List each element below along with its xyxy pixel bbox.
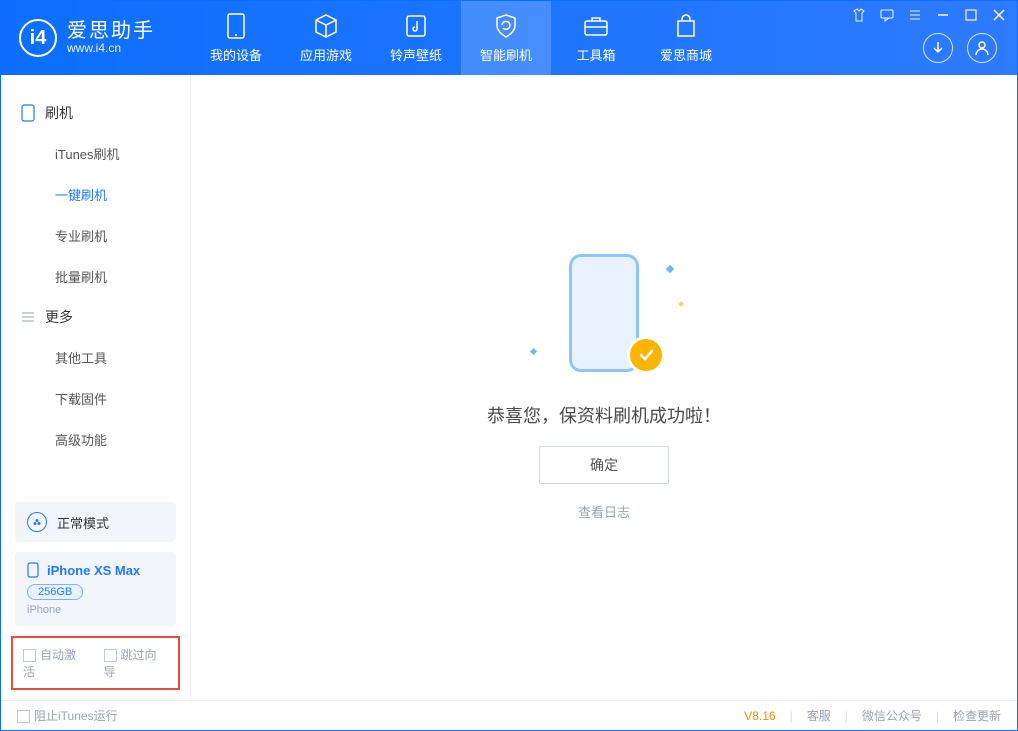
auto-activate-checkbox[interactable]: 自动激活 bbox=[23, 646, 88, 680]
device-mode-box[interactable]: 正常模式 bbox=[15, 502, 176, 542]
download-button[interactable] bbox=[923, 33, 953, 63]
sidebar-section-flash: 刷机 bbox=[1, 93, 190, 133]
logo-icon: i4 bbox=[19, 19, 57, 57]
nav-my-device[interactable]: 我的设备 bbox=[191, 1, 281, 75]
sidebar-item-pro-flash[interactable]: 专业刷机 bbox=[1, 215, 190, 256]
menu-icon[interactable] bbox=[907, 7, 923, 23]
toolbox-icon bbox=[583, 13, 609, 39]
device-info-box[interactable]: iPhone XS Max 256GB iPhone bbox=[15, 552, 176, 626]
sidebar-item-oneclick-flash[interactable]: 一键刷机 bbox=[1, 174, 190, 215]
nav-smart-flash[interactable]: 智能刷机 bbox=[461, 1, 551, 75]
main-content: 恭喜您，保资料刷机成功啦！ 确定 查看日志 bbox=[191, 75, 1017, 700]
device-storage: 256GB bbox=[27, 584, 83, 600]
mode-label: 正常模式 bbox=[57, 513, 109, 532]
sidebar-item-batch-flash[interactable]: 批量刷机 bbox=[1, 256, 190, 297]
sidebar-item-other-tools[interactable]: 其他工具 bbox=[1, 337, 190, 378]
skip-wizard-checkbox[interactable]: 跳过向导 bbox=[104, 646, 169, 680]
mode-icon bbox=[27, 512, 47, 532]
nav-label: 应用游戏 bbox=[300, 45, 352, 64]
status-link-support[interactable]: 客服 bbox=[807, 707, 831, 724]
nav-label: 爱思商城 bbox=[660, 45, 712, 64]
nav-tabs: 我的设备 应用游戏 铃声壁纸 智能刷机 工具箱 爱思商城 bbox=[191, 1, 731, 75]
sidebar: 刷机 iTunes刷机 一键刷机 专业刷机 批量刷机 更多 其他工具 下载固件 … bbox=[1, 75, 191, 700]
sparkle-icon bbox=[678, 301, 684, 307]
titlebar: i4 爱思助手 www.i4.cn 我的设备 应用游戏 铃声壁纸 智能刷机 工具… bbox=[1, 1, 1017, 75]
maximize-icon[interactable] bbox=[963, 7, 979, 23]
music-note-icon bbox=[403, 13, 429, 39]
check-badge-icon bbox=[627, 336, 665, 374]
user-button[interactable] bbox=[967, 33, 997, 63]
phone-icon bbox=[223, 13, 249, 39]
sparkle-icon bbox=[666, 265, 674, 273]
options-row-highlighted: 自动激活 跳过向导 bbox=[11, 636, 180, 690]
minimize-icon[interactable] bbox=[935, 7, 951, 23]
nav-label: 智能刷机 bbox=[480, 45, 532, 64]
nav-store[interactable]: 爱思商城 bbox=[641, 1, 731, 75]
phone-small-icon bbox=[21, 104, 35, 122]
device-type: iPhone bbox=[27, 604, 164, 616]
nav-ringtone-wallpaper[interactable]: 铃声壁纸 bbox=[371, 1, 461, 75]
nav-label: 工具箱 bbox=[576, 45, 615, 64]
window-controls bbox=[851, 7, 1007, 23]
cube-icon bbox=[313, 13, 339, 39]
device-phone-icon bbox=[27, 562, 39, 578]
view-log-link[interactable]: 查看日志 bbox=[578, 502, 630, 521]
status-link-update[interactable]: 检查更新 bbox=[953, 707, 1001, 724]
ok-button[interactable]: 确定 bbox=[539, 446, 669, 484]
section-title: 刷机 bbox=[45, 103, 73, 123]
nav-toolbox[interactable]: 工具箱 bbox=[551, 1, 641, 75]
bag-icon bbox=[673, 13, 699, 39]
device-name: iPhone XS Max bbox=[47, 563, 140, 578]
nav-label: 我的设备 bbox=[210, 45, 262, 64]
shirt-icon[interactable] bbox=[851, 7, 867, 23]
feedback-icon[interactable] bbox=[879, 7, 895, 23]
app-name: 爱思助手 bbox=[67, 20, 155, 42]
refresh-shield-icon bbox=[493, 13, 519, 39]
success-illustration bbox=[539, 254, 669, 384]
nav-apps-games[interactable]: 应用游戏 bbox=[281, 1, 371, 75]
app-url: www.i4.cn bbox=[67, 42, 155, 55]
app-logo: i4 爱思助手 www.i4.cn bbox=[1, 19, 191, 57]
nav-label: 铃声壁纸 bbox=[390, 45, 442, 64]
version-label: V8.16 bbox=[744, 709, 775, 723]
statusbar: 阻止iTunes运行 V8.16 | 客服 | 微信公众号 | 检查更新 bbox=[1, 700, 1017, 730]
list-icon bbox=[21, 310, 35, 324]
sidebar-item-download-firmware[interactable]: 下载固件 bbox=[1, 378, 190, 419]
sidebar-item-advanced[interactable]: 高级功能 bbox=[1, 419, 190, 460]
success-message: 恭喜您，保资料刷机成功啦！ bbox=[487, 402, 721, 428]
prevent-itunes-checkbox[interactable]: 阻止iTunes运行 bbox=[17, 707, 118, 724]
title-action-buttons bbox=[923, 33, 997, 63]
status-link-wechat[interactable]: 微信公众号 bbox=[862, 707, 922, 724]
sidebar-section-more: 更多 bbox=[1, 297, 190, 337]
section-title: 更多 bbox=[45, 307, 73, 327]
sparkle-icon bbox=[530, 348, 537, 355]
sidebar-item-itunes-flash[interactable]: iTunes刷机 bbox=[1, 133, 190, 174]
close-icon[interactable] bbox=[991, 7, 1007, 23]
